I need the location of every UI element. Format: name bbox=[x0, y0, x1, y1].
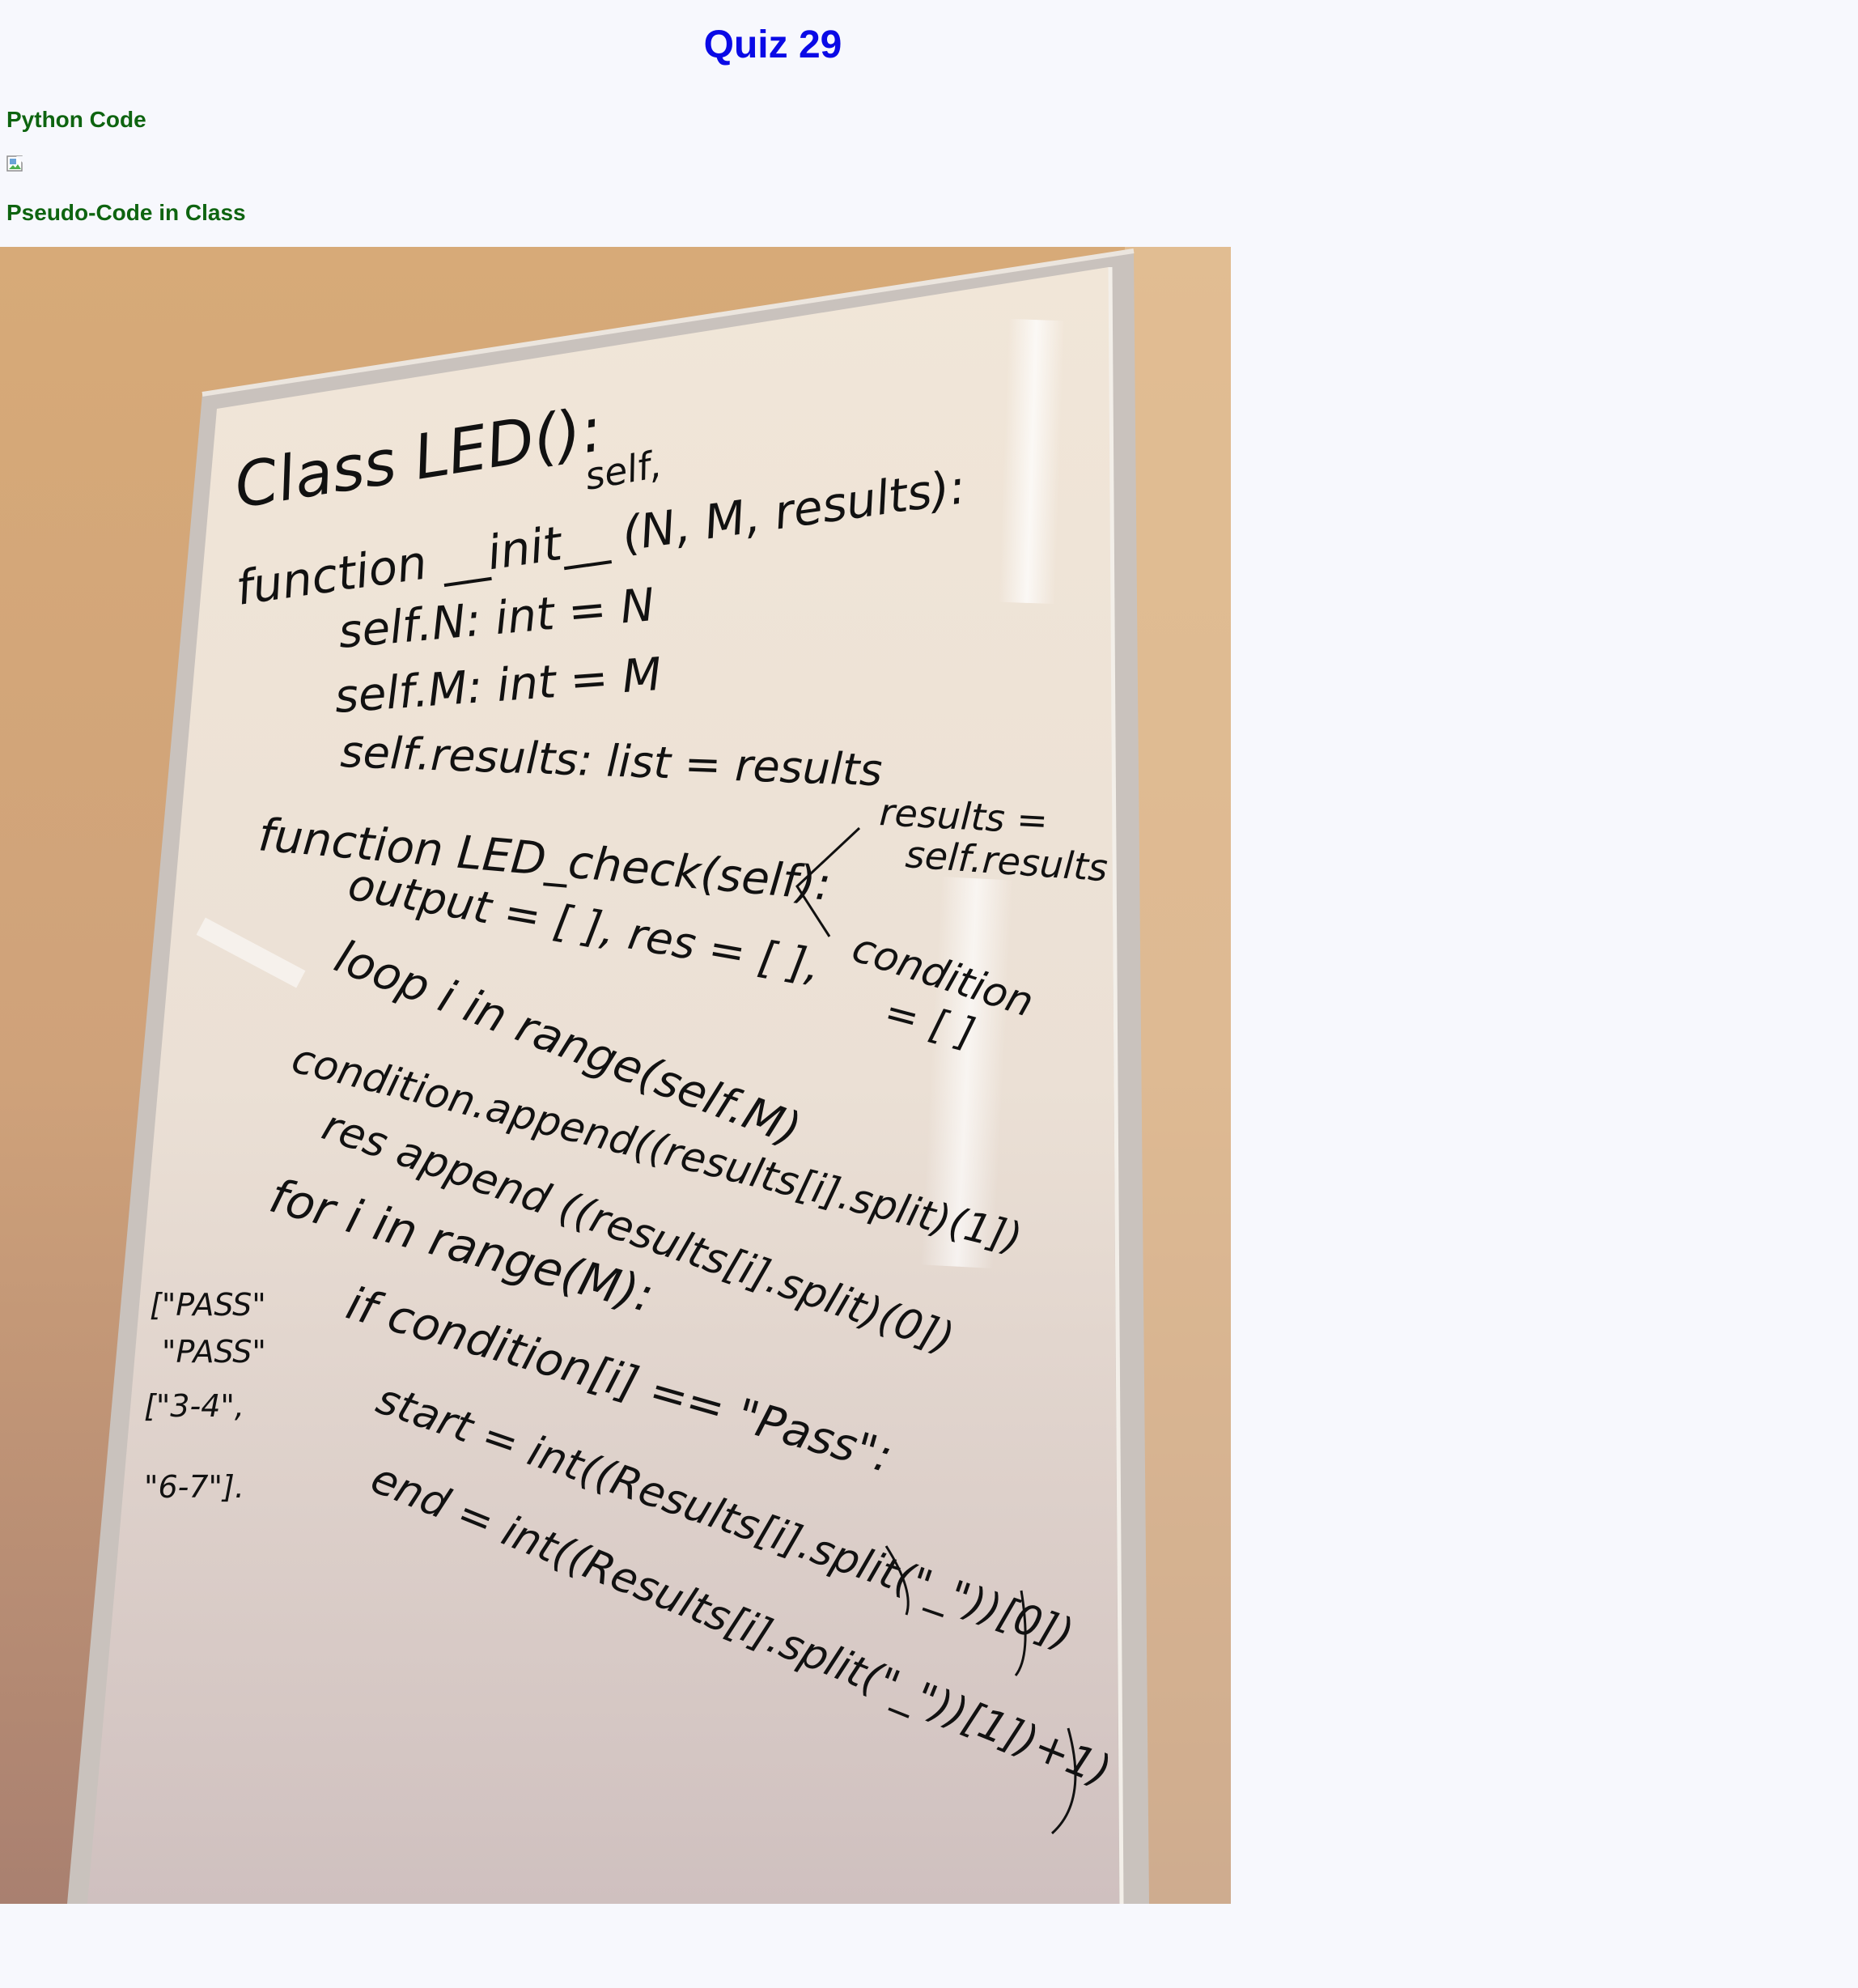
wb-line-21: "PASS" bbox=[162, 1334, 266, 1370]
python-code-heading: Python Code bbox=[6, 107, 146, 132]
wb-line-20: ["PASS" bbox=[150, 1287, 266, 1323]
whiteboard-photo: Class LED(): self, function __init__ (N,… bbox=[0, 247, 1231, 1904]
page-title: Quiz 29 bbox=[703, 23, 842, 66]
wb-line-8: results = bbox=[878, 790, 1049, 843]
wb-line-22: ["3-4", bbox=[144, 1388, 244, 1424]
broken-image-icon bbox=[6, 155, 23, 172]
pseudo-code-heading: Pseudo-Code in Class bbox=[6, 200, 246, 225]
wb-line-23: "6-7"]. bbox=[144, 1469, 244, 1505]
